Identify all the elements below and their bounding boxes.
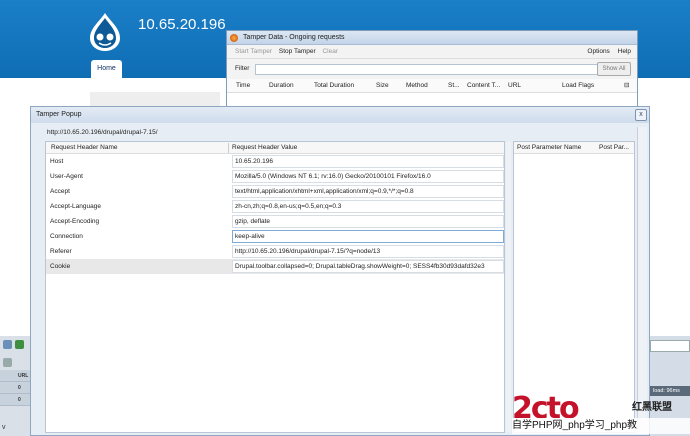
column-header-post-name[interactable]: Post Parameter Name — [517, 142, 581, 154]
tamper-popup-titlebar[interactable]: Tamper Popup x — [31, 107, 649, 123]
toolbar-icon[interactable] — [15, 340, 24, 349]
column-picker-icon[interactable]: ⊟ — [624, 79, 629, 93]
column-header-url[interactable]: URL — [508, 79, 521, 93]
header-value-input[interactable]: keep-alive — [232, 230, 504, 243]
toolbar-icon[interactable] — [3, 358, 12, 367]
header-value-input[interactable]: gzip, deflate — [232, 215, 504, 228]
filter-row: Filter Show All — [227, 59, 637, 79]
start-tamper-button[interactable]: Start Tamper — [235, 48, 272, 55]
tamper-data-toolbar: Start Tamper Stop Tamper Clear Options H… — [227, 45, 637, 59]
header-row-accept-encoding[interactable]: Accept-Encoding gzip, deflate — [46, 214, 504, 229]
request-url: http://10.65.20.196/drupal/drupal-7.15/ — [47, 129, 158, 136]
tamper-popup-window: Tamper Popup x http://10.65.20.196/drupa… — [30, 106, 650, 436]
header-row-host[interactable]: Host 10.65.20.196 — [46, 154, 504, 169]
watermark: 2cto 红黑联盟 自学PHP网_php学习_php教 — [512, 394, 690, 436]
stop-tamper-button[interactable]: Stop Tamper — [279, 48, 316, 55]
request-headers-scrollbar[interactable] — [506, 142, 511, 432]
watermark-text: 自学PHP网_php学习_php教 — [512, 418, 690, 434]
tab-home[interactable]: Home — [91, 60, 122, 78]
tamper-data-titlebar[interactable]: Tamper Data - Ongoing requests — [227, 31, 637, 45]
column-header-load-flags[interactable]: Load Flags — [562, 79, 594, 93]
header-name: Accept-Language — [50, 203, 101, 210]
request-headers-table-header: Request Header Name Request Header Value — [46, 142, 504, 154]
column-divider[interactable] — [228, 143, 229, 153]
toolbar-icon[interactable] — [3, 340, 12, 349]
requests-table-header: Time Duration Total Duration Size Method… — [227, 79, 637, 93]
header-value-input[interactable]: Drupal.toolbar.collapsed=0; Drupal.table… — [232, 260, 504, 273]
column-header-method[interactable]: Method — [406, 79, 428, 93]
request-headers-table: Request Header Name Request Header Value… — [45, 141, 505, 433]
header-row-accept[interactable]: Accept text/html,application/xhtml+xml,a… — [46, 184, 504, 199]
header-value-input[interactable]: zh-cn,zh;q=0.8,en-us;q=0.5,en;q=0.3 — [232, 200, 504, 213]
header-value-input[interactable]: Mozilla/5.0 (Windows NT 6.1; rv:16.0) Ge… — [232, 170, 504, 183]
header-value-input[interactable]: 10.65.20.196 — [232, 155, 504, 168]
show-all-button[interactable]: Show All — [597, 62, 631, 76]
corner-mark: v — [2, 424, 6, 431]
header-name: Connection — [50, 233, 83, 240]
column-header-status[interactable]: St... — [448, 79, 460, 93]
column-header-post-value[interactable]: Post Par... — [599, 142, 629, 154]
header-row-referer[interactable]: Referer http://10.65.20.196/drupal/drupa… — [46, 244, 504, 259]
tamper-data-app-icon — [230, 34, 238, 42]
site-content-block — [90, 92, 220, 106]
header-value-input[interactable]: http://10.65.20.196/drupal/drupal-7.15/?… — [232, 245, 504, 258]
header-name: User-Agent — [50, 173, 83, 180]
filter-input[interactable] — [255, 64, 611, 75]
popup-scrollbar[interactable] — [637, 127, 647, 432]
header-row-user-agent[interactable]: User-Agent Mozilla/5.0 (Windows NT 6.1; … — [46, 169, 504, 184]
header-name: Accept-Encoding — [50, 218, 100, 225]
close-button[interactable]: x — [635, 109, 647, 121]
column-header-value[interactable]: Request Header Value — [232, 142, 297, 154]
tamper-data-window: Tamper Data - Ongoing requests Start Tam… — [226, 30, 638, 108]
filter-label: Filter — [235, 65, 250, 72]
help-button[interactable]: Help — [618, 48, 631, 55]
options-button[interactable]: Options — [587, 48, 609, 55]
header-name: Referer — [50, 248, 72, 255]
column-header-size[interactable]: Size — [376, 79, 389, 93]
column-header-name[interactable]: Request Header Name — [51, 142, 117, 154]
watermark-mark: 红黑联盟 — [632, 402, 672, 413]
header-row-cookie[interactable]: Cookie Drupal.toolbar.collapsed=0; Drupa… — [46, 259, 504, 274]
header-name: Accept — [50, 188, 70, 195]
drupal-logo-icon — [90, 13, 120, 51]
header-name: Host — [50, 158, 64, 165]
header-value-input[interactable]: text/html,application/xhtml+xml,applicat… — [232, 185, 504, 198]
clear-button[interactable]: Clear — [322, 48, 338, 55]
column-header-total-duration[interactable]: Total Duration — [314, 79, 354, 93]
column-header-content-type[interactable]: Content T... — [467, 79, 500, 93]
post-parameters-table: Post Parameter Name Post Par... — [513, 141, 635, 433]
window-title: Tamper Popup — [36, 111, 82, 118]
post-parameters-table-header: Post Parameter Name Post Par... — [514, 142, 634, 154]
site-name[interactable]: 10.65.20.196 — [138, 16, 226, 33]
column-header-duration[interactable]: Duration — [269, 79, 294, 93]
firebug-search-input[interactable] — [650, 340, 690, 352]
column-header-time[interactable]: Time — [236, 79, 250, 93]
window-title: Tamper Data - Ongoing requests — [243, 34, 345, 41]
header-row-connection[interactable]: Connection keep-alive — [46, 229, 504, 244]
header-name: Cookie — [50, 263, 71, 270]
header-row-accept-language[interactable]: Accept-Language zh-cn,zh;q=0.8,en-us;q=0… — [46, 199, 504, 214]
